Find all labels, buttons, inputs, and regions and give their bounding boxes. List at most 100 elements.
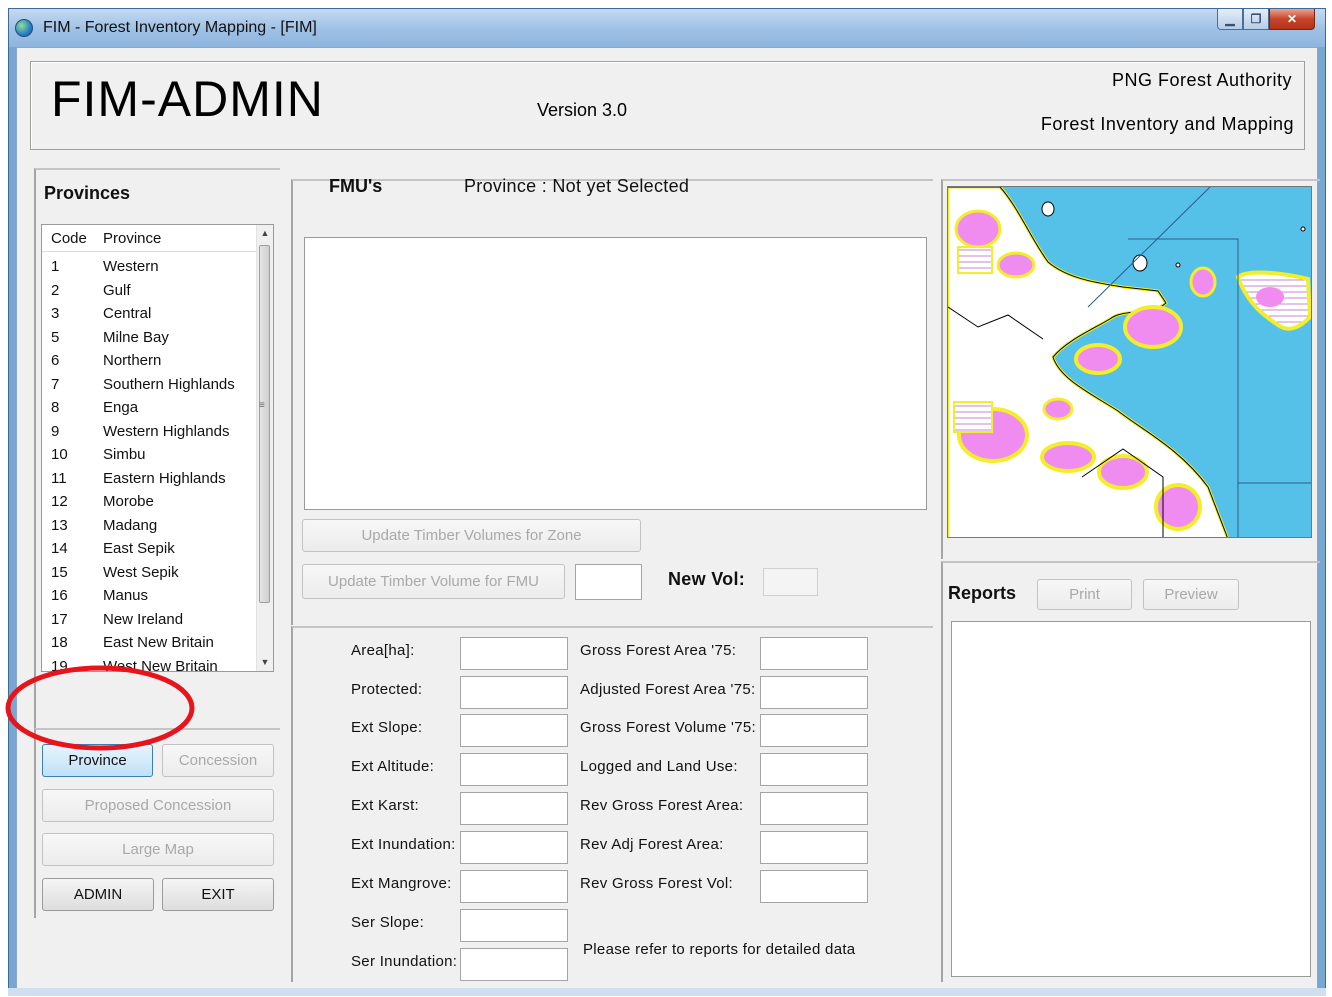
stat-field-left[interactable] (460, 792, 568, 825)
province-row[interactable]: 3 Central (42, 303, 258, 327)
stat-label-right: Rev Adj Forest Area: (580, 836, 724, 853)
province-name: New Ireland (103, 610, 184, 628)
stat-label-right: Gross Forest Volume '75: (580, 719, 756, 736)
reports-viewer[interactable] (951, 621, 1311, 977)
province-name: Milne Bay (103, 328, 169, 346)
province-name: Madang (103, 516, 158, 534)
stat-field-right[interactable] (760, 753, 868, 786)
stat-field-left[interactable] (460, 676, 568, 709)
stat-label-left: Ext Karst: (351, 797, 420, 814)
window-title: FIM - Forest Inventory Mapping - [FIM] (43, 19, 317, 36)
province-name: Western (103, 258, 159, 275)
province-row[interactable]: 10 Simbu (42, 444, 258, 468)
forest-area (1123, 305, 1183, 349)
province-row[interactable]: 6 Northern (42, 350, 258, 374)
province-name: Western Highlands (103, 422, 230, 440)
stat-field-left[interactable] (460, 870, 568, 903)
stat-field-right[interactable] (760, 831, 868, 864)
stat-field-right[interactable] (760, 870, 868, 903)
small-island (1132, 254, 1148, 272)
province-row[interactable]: 16 Manus (42, 585, 258, 609)
stat-label-right: Logged and Land Use: (580, 758, 738, 775)
province-code: 16 (51, 587, 68, 604)
stat-field-left[interactable] (460, 753, 568, 786)
app-title: FIM-ADMIN (51, 71, 324, 127)
stat-field-right[interactable] (760, 676, 868, 709)
province-row[interactable]: 2 Gulf (42, 280, 258, 304)
column-header-province[interactable]: Province (103, 230, 161, 247)
stat-field-left[interactable] (460, 909, 568, 942)
stat-label-left: Ext Altitude: (351, 758, 435, 775)
scroll-thumb[interactable] (259, 245, 270, 603)
province-name: Morobe (103, 493, 154, 510)
province-row[interactable]: 14 East Sepik (42, 538, 258, 562)
scroll-up-arrow-icon[interactable]: ▲ (257, 225, 273, 242)
application-window: FIM - Forest Inventory Mapping - [FIM] ▁… (8, 8, 1326, 994)
stat-field-right[interactable] (760, 637, 868, 670)
new-vol-field[interactable] (763, 568, 818, 596)
update-fmu-volume-button[interactable]: Update Timber Volume for FMU (302, 564, 565, 599)
stat-field-left[interactable] (460, 948, 568, 981)
province-row[interactable]: 17 New Ireland (42, 609, 258, 633)
forest-area (996, 251, 1036, 279)
forest-area (954, 209, 1002, 249)
province-row[interactable]: 15 West Sepik (42, 562, 258, 586)
update-zone-volumes-button[interactable]: Update Timber Volumes for Zone (302, 519, 641, 552)
stat-label-left: Ser Inundation: (351, 953, 458, 970)
province-row[interactable]: 11 Eastern Highlands (42, 468, 258, 492)
print-button[interactable]: Print (1037, 579, 1132, 610)
exit-button[interactable]: EXIT (162, 878, 274, 911)
admin-button[interactable]: ADMIN (42, 878, 154, 911)
province-code: 11 (51, 469, 67, 487)
forest-area (1042, 397, 1074, 421)
province-row[interactable]: 18 East New Britain (42, 632, 258, 656)
stat-field-left[interactable] (460, 831, 568, 864)
red-annotation-circle (5, 665, 195, 751)
provinces-rows: 1 Western 2 Gulf 3 Central 5 Milne Bay 6 Northern… (42, 256, 258, 671)
province-name: Southern Highlands (103, 375, 235, 393)
province-row[interactable]: 13 Madang (42, 515, 258, 539)
stat-field-right[interactable] (760, 792, 868, 825)
province-row[interactable]: 8 Enga (42, 397, 258, 421)
scroll-down-arrow-icon[interactable]: ▼ (257, 654, 273, 671)
title-bar[interactable]: FIM - Forest Inventory Mapping - [FIM] ▁… (9, 9, 1325, 47)
province-code: 2 (51, 281, 60, 299)
province-name: Manus (103, 587, 149, 604)
maximize-button[interactable]: ❐ (1243, 9, 1269, 30)
stat-label-right: Rev Gross Forest Area: (580, 797, 744, 814)
new-vol-label: New Vol: (668, 569, 746, 589)
province-row[interactable]: 5 Milne Bay (42, 327, 258, 351)
island-forest (1189, 266, 1217, 298)
province-row[interactable]: 9 Western Highlands (42, 421, 258, 445)
stat-label-left: Area[ha]: (351, 642, 415, 659)
column-header-code[interactable]: Code (51, 230, 87, 247)
stat-field-left[interactable] (460, 714, 568, 747)
minimize-button[interactable]: ▁ (1217, 9, 1243, 30)
province-row[interactable]: 7 Southern Highlands (42, 374, 258, 398)
province-row[interactable]: 1 Western (42, 256, 258, 280)
provinces-scrollbar[interactable]: ▲ ≡ ▼ (256, 225, 273, 671)
province-name: East New Britain (103, 634, 214, 651)
fmu-volume-input[interactable] (575, 564, 642, 600)
preview-button[interactable]: Preview (1143, 579, 1239, 610)
stat-field-right[interactable] (760, 714, 868, 747)
province-name: Enga (103, 399, 139, 416)
proposed-concession-button[interactable]: Proposed Concession (42, 789, 274, 822)
provinces-list-header: Code Province (42, 225, 258, 252)
province-name: Northern (103, 352, 162, 369)
provinces-title: Provinces (44, 183, 131, 203)
province-name: Gulf (103, 281, 131, 299)
large-map-button[interactable]: Large Map (42, 833, 274, 866)
department-name: Forest Inventory and Mapping (1040, 114, 1294, 134)
province-name: Central (103, 305, 152, 322)
province-row[interactable]: 12 Morobe (42, 491, 258, 515)
close-button[interactable]: ✕ (1269, 9, 1315, 30)
province-code: 13 (51, 516, 68, 534)
provinces-list[interactable]: Code Province 1 Western 2 Gulf 3 Central 5 Miln… (41, 224, 274, 672)
province-overview-map[interactable] (947, 186, 1312, 538)
province-code: 14 (51, 540, 68, 557)
province-code: 12 (51, 493, 68, 510)
stat-field-left[interactable] (460, 637, 568, 670)
province-code: 6 (51, 352, 60, 369)
fmu-list[interactable] (304, 237, 927, 510)
